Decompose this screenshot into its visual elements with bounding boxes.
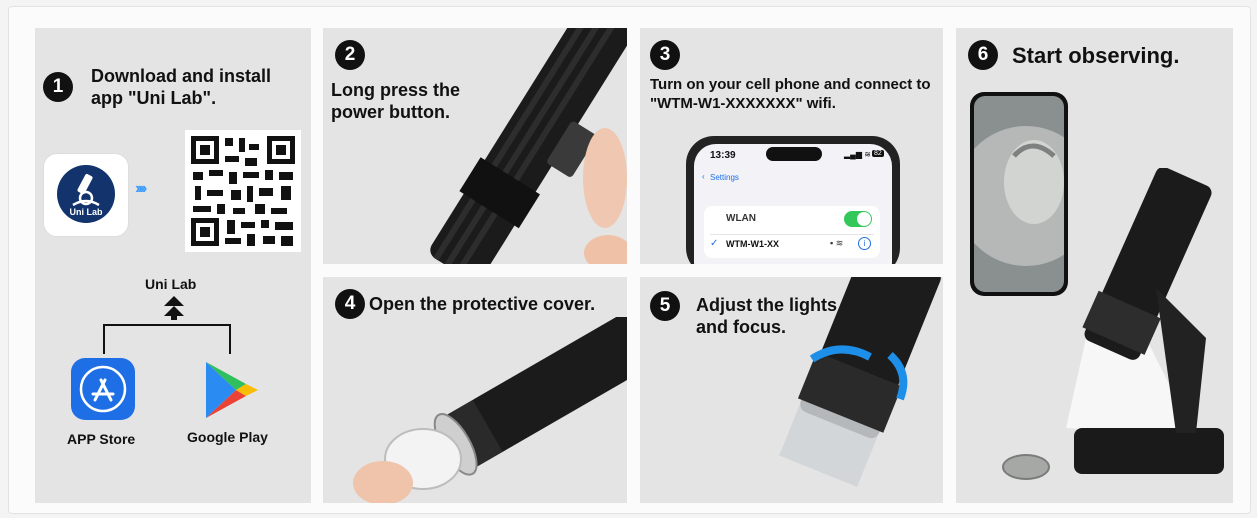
step-1-title: Download and install app "Uni Lab".: [91, 66, 272, 108]
step-1-panel: 1 Download and install app "Uni Lab". Un…: [35, 28, 311, 503]
lock-wifi-icon: ▪ ≋: [830, 238, 844, 248]
step-6-number: 6: [968, 40, 998, 70]
settings-back-link[interactable]: Settings: [710, 173, 739, 182]
arrows-icon: ››››: [135, 180, 147, 197]
coin-object: [1002, 454, 1050, 480]
microscope-focus-image: [760, 277, 943, 503]
microscope-lens-image: [323, 304, 627, 503]
step-5-panel: 5 Adjust the lights and focus.: [640, 277, 943, 503]
qr-code[interactable]: [185, 130, 301, 252]
back-chevron-icon[interactable]: ‹: [702, 172, 705, 181]
wlan-label: WLAN: [726, 213, 756, 224]
step-6-panel: 6 Start observing.: [956, 28, 1233, 503]
microscope-device-image: [403, 28, 627, 264]
phone-time: 13:39: [710, 150, 736, 161]
dynamic-island: [766, 147, 822, 161]
row-divider: [710, 234, 874, 235]
step-2-number: 2: [335, 40, 365, 70]
wlan-card: WLAN ✓ WTM-W1-XX ▪ ≋ i: [704, 206, 880, 258]
signal-icon: ▂▄▆ ≋: [844, 150, 871, 159]
step-3-title: Turn on your cell phone and connect to "…: [650, 76, 931, 112]
connector-lines: [103, 324, 231, 354]
wlan-toggle[interactable]: [844, 211, 872, 227]
app-store-label: APP Store: [67, 431, 136, 447]
step-3-number: 3: [650, 40, 680, 70]
step-2-panel: 2 Long press the power button.: [323, 28, 627, 264]
battery-indicator: 82: [872, 150, 884, 157]
step-5-number: 5: [650, 291, 680, 321]
app-icon-label: Uni Lab: [69, 207, 103, 217]
phone-frame: 13:39 ▂▄▆ ≋ 82 ‹ Settings WLAN ✓ WTM-W1-…: [686, 136, 900, 264]
step-1-number: 1: [43, 72, 73, 102]
info-icon[interactable]: i: [858, 237, 871, 250]
phone-screen: 13:39 ▂▄▆ ≋ 82 ‹ Settings WLAN ✓ WTM-W1-…: [694, 144, 892, 264]
step-6-title: Start observing.: [1012, 43, 1180, 68]
network-name[interactable]: WTM-W1-XX: [726, 239, 779, 249]
microscope-stand-image: [1046, 167, 1233, 503]
tree-uni-lab-label: Uni Lab: [145, 276, 197, 292]
toggle-knob: [857, 212, 871, 226]
step-4-title: Open the protective cover.: [369, 294, 596, 314]
app-store-icon[interactable]: [71, 358, 135, 420]
checkmark-icon: ✓: [710, 238, 719, 249]
step-4-panel: 4 Open the protective cover.: [323, 277, 627, 503]
step-3-panel: 3 Turn on your cell phone and connect to…: [640, 28, 943, 264]
google-play-label: Google Play: [187, 429, 268, 445]
upload-arrow-icon: [163, 294, 185, 327]
google-play-icon[interactable]: [200, 358, 260, 427]
uni-lab-app-icon[interactable]: Uni Lab: [43, 153, 129, 237]
step-4-number: 4: [335, 289, 365, 319]
